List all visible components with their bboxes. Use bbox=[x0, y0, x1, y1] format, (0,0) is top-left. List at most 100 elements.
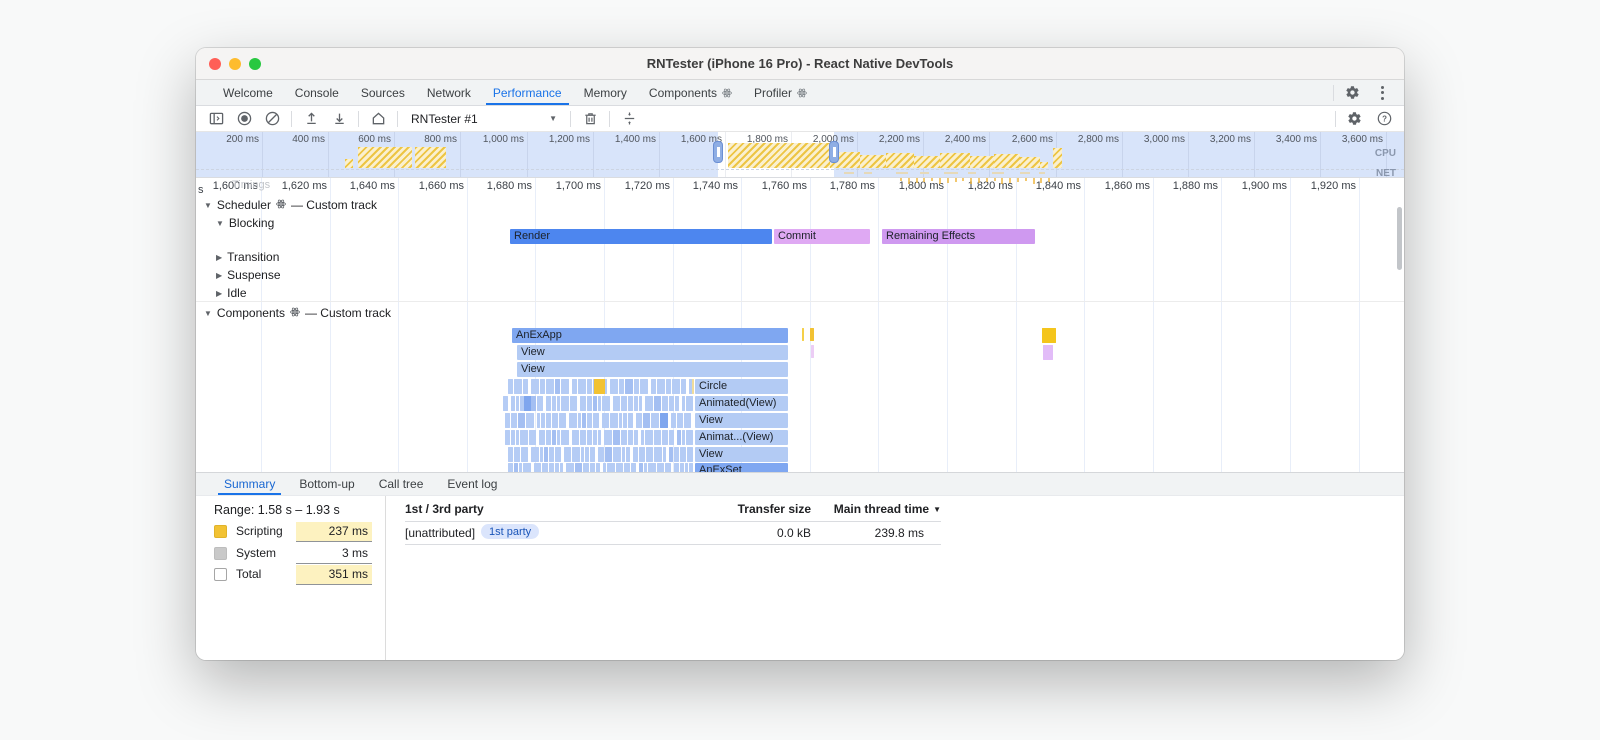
cpu-activity-bar bbox=[860, 155, 886, 168]
target-select-dropdown[interactable]: RNTester #1 ▼ bbox=[405, 108, 563, 130]
fit-window-icon[interactable] bbox=[617, 107, 641, 131]
flame-slice bbox=[540, 447, 543, 462]
flame-tick-label: 1,900 ms bbox=[1241, 180, 1287, 192]
bottom-tab-summary[interactable]: Summary bbox=[212, 473, 287, 495]
flame-gridline bbox=[878, 178, 879, 472]
track-idle[interactable]: ▶ Idle bbox=[216, 286, 247, 300]
flame-slice bbox=[540, 379, 545, 394]
net-activity-dash bbox=[1020, 172, 1030, 174]
selection-left-handle[interactable] bbox=[713, 141, 723, 163]
component-bar[interactable]: Animated(View) bbox=[695, 396, 788, 411]
bottom-tab-event-log[interactable]: Event log bbox=[435, 473, 509, 495]
record-icon[interactable] bbox=[232, 107, 256, 131]
collapse-triangle-icon[interactable]: ▼ bbox=[204, 201, 212, 210]
component-bar[interactable]: Circle bbox=[695, 379, 788, 394]
clear-icon[interactable] bbox=[260, 107, 284, 131]
window-titlebar[interactable]: RNTester (iPhone 16 Pro) - React Native … bbox=[196, 48, 1404, 80]
flame-tick-label: 1,720 ms bbox=[624, 180, 670, 192]
flame-slice bbox=[560, 463, 563, 472]
tab-memory[interactable]: Memory bbox=[573, 80, 638, 105]
more-options-kebab-icon[interactable] bbox=[1370, 81, 1394, 105]
flame-tick-label: 1,740 ms bbox=[692, 180, 738, 192]
legend-swatch bbox=[214, 568, 227, 581]
expand-triangle-icon[interactable]: ▶ bbox=[216, 271, 222, 280]
settings-gear-icon[interactable] bbox=[1340, 81, 1364, 105]
flame-slice bbox=[621, 430, 627, 445]
collapse-triangle-icon[interactable]: ▼ bbox=[204, 309, 212, 318]
component-bar[interactable]: AnExSet bbox=[695, 463, 788, 472]
component-bar[interactable]: View bbox=[695, 447, 788, 462]
track-suspense[interactable]: ▶ Suspense bbox=[216, 268, 281, 282]
overview-tick-label: 200 ms bbox=[226, 134, 259, 145]
tab-profiler[interactable]: Profiler bbox=[743, 80, 818, 105]
track-separator bbox=[196, 301, 1404, 302]
flame-tick-label: 1,760 ms bbox=[761, 180, 807, 192]
load-profile-icon[interactable] bbox=[299, 107, 323, 131]
flame-slice bbox=[508, 447, 513, 462]
transfer-column-header[interactable]: Transfer size bbox=[738, 502, 811, 516]
transfer-value: 0.0 kB bbox=[776, 526, 811, 540]
flame-tick-label: 1,680 ms bbox=[486, 180, 532, 192]
component-bar[interactable]: Animat...(View) bbox=[695, 430, 788, 445]
flame-slice bbox=[622, 447, 625, 462]
tab-performance[interactable]: Performance bbox=[482, 80, 573, 105]
tab-label: Console bbox=[294, 85, 339, 100]
overview-tick-label: 3,200 ms bbox=[1209, 134, 1251, 145]
overview-tick-label: 1,200 ms bbox=[548, 134, 590, 145]
legend-value: 3 ms bbox=[296, 544, 372, 564]
expand-triangle-icon[interactable]: ▶ bbox=[216, 289, 222, 298]
timeline-overview[interactable]: 200 ms 400 ms 600 ms 800 ms 1,000 ms 1,200 ms… bbox=[196, 132, 1404, 178]
bottom-tab-bottom-up[interactable]: Bottom-up bbox=[287, 473, 366, 495]
component-bar[interactable]: View bbox=[517, 345, 788, 360]
flame-gridline bbox=[1016, 178, 1017, 472]
flame-gridline bbox=[535, 178, 536, 472]
tab-components[interactable]: Components bbox=[638, 80, 743, 105]
time-column-header[interactable]: Main thread time ▼ bbox=[834, 502, 941, 516]
flame-slice bbox=[557, 430, 560, 445]
tab-console[interactable]: Console bbox=[284, 80, 350, 105]
scheduler-bar-render[interactable]: Render bbox=[510, 229, 772, 244]
flame-slice bbox=[645, 396, 653, 411]
component-bar[interactable]: AnExApp bbox=[512, 328, 788, 343]
expand-triangle-icon[interactable]: ▶ bbox=[216, 253, 222, 262]
net-activity-dash bbox=[864, 172, 872, 174]
bottom-tab-call-tree[interactable]: Call tree bbox=[367, 473, 436, 495]
flame-slice bbox=[572, 430, 579, 445]
track-components[interactable]: ▼ Components — Custom track bbox=[204, 306, 391, 320]
scheduler-bar-commit[interactable]: Commit bbox=[774, 229, 870, 244]
flame-slice bbox=[610, 379, 618, 394]
party-column-header[interactable]: 1st / 3rd party bbox=[405, 502, 484, 516]
help-icon[interactable]: ? bbox=[1372, 107, 1396, 131]
divider bbox=[358, 110, 359, 127]
track-blocking[interactable]: ▼ Blocking bbox=[216, 216, 274, 230]
flame-slice bbox=[585, 447, 589, 462]
tab-sources[interactable]: Sources bbox=[350, 80, 416, 105]
party-table-row[interactable]: [unattributed] 1st party 0.0 kB 239.8 ms bbox=[405, 522, 941, 545]
collapse-triangle-icon[interactable]: ▼ bbox=[216, 219, 224, 228]
tab-welcome[interactable]: Welcome bbox=[212, 80, 284, 105]
capture-settings-gear-icon[interactable] bbox=[1342, 107, 1366, 131]
live-metrics-home-icon[interactable] bbox=[366, 107, 390, 131]
track-transition[interactable]: ▶ Transition bbox=[216, 250, 279, 264]
overview-gridline bbox=[527, 132, 528, 177]
flame-tick-label: 1,920 ms bbox=[1310, 180, 1356, 192]
tab-network[interactable]: Network bbox=[416, 80, 482, 105]
toggle-sidebar-icon[interactable] bbox=[204, 107, 228, 131]
vertical-scrollbar-thumb[interactable] bbox=[1397, 207, 1402, 270]
scheduler-bar-remaining-effects[interactable]: Remaining Effects bbox=[882, 229, 1035, 244]
selection-right-handle[interactable] bbox=[829, 141, 839, 163]
track-scheduler[interactable]: ▼ Scheduler — Custom track bbox=[204, 198, 377, 212]
flame-slice bbox=[669, 447, 673, 462]
net-activity-dash bbox=[896, 172, 908, 174]
collect-garbage-icon[interactable] bbox=[578, 107, 602, 131]
flame-chart[interactable]: 1,600 ms 1,620 ms 1,640 ms 1,660 ms 1,680 ms… bbox=[196, 178, 1404, 472]
component-bar[interactable]: View bbox=[695, 413, 788, 428]
save-profile-icon[interactable] bbox=[327, 107, 351, 131]
flame-slice bbox=[651, 379, 656, 394]
component-bar[interactable]: View bbox=[517, 362, 788, 377]
overview-gridline bbox=[262, 132, 263, 177]
time-value: 239.8 ms bbox=[874, 526, 924, 540]
flame-slice bbox=[631, 463, 636, 472]
flame-slice bbox=[604, 430, 612, 445]
flame-slice bbox=[663, 447, 666, 462]
